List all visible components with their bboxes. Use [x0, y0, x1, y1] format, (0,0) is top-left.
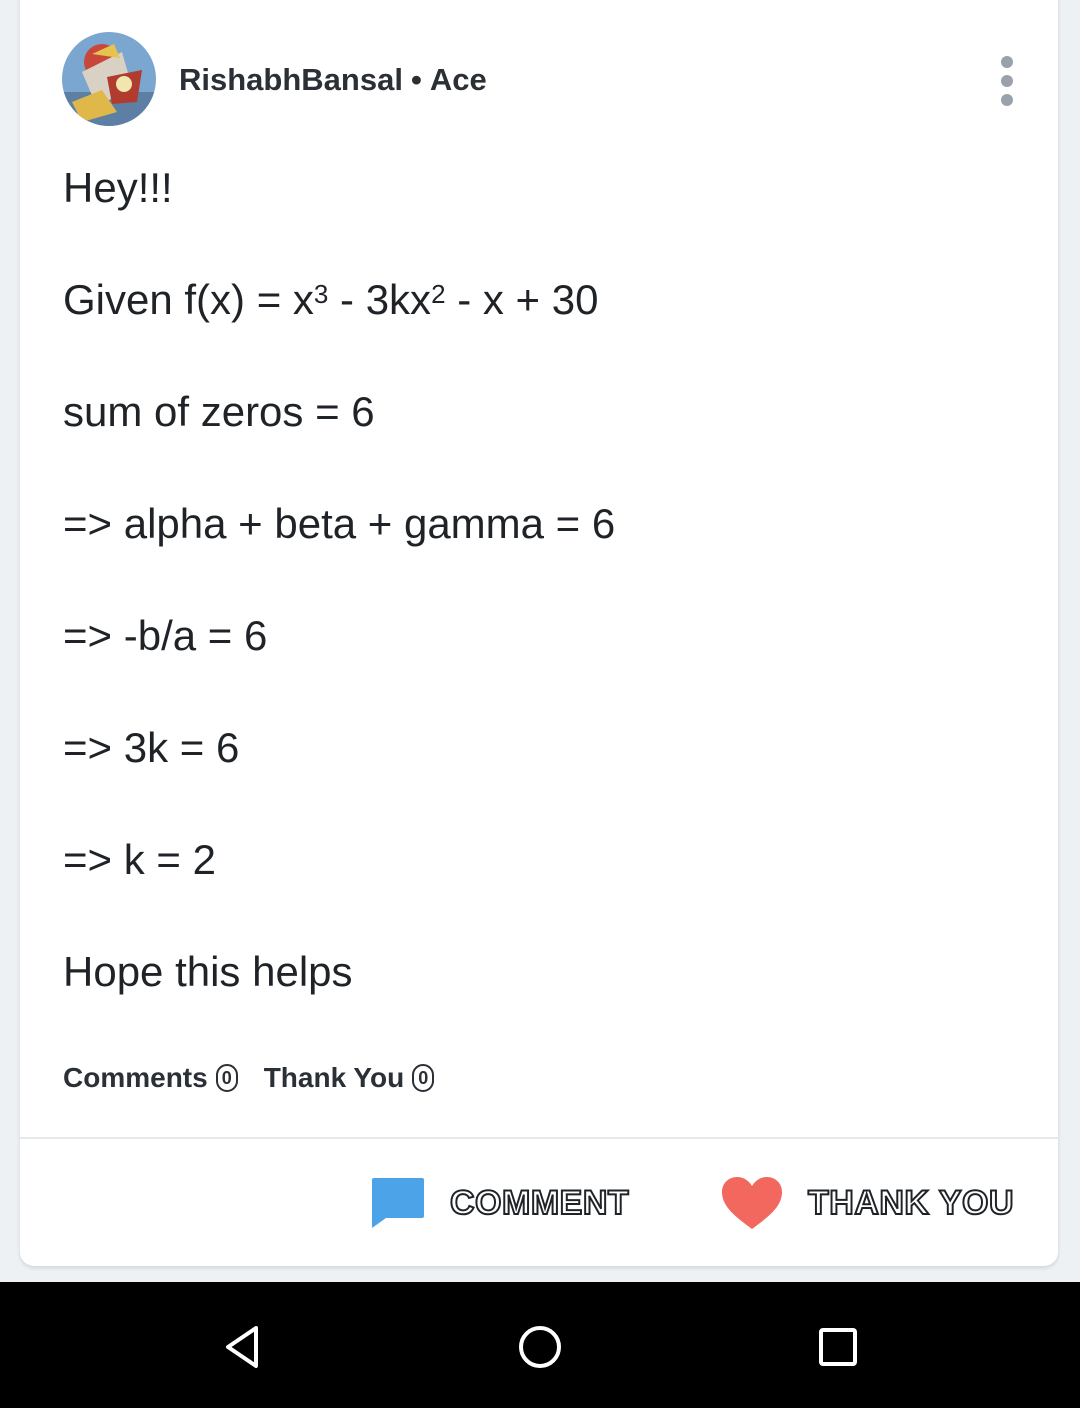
recents-square-icon[interactable] — [813, 1322, 863, 1372]
comments-count: 0 — [215, 1063, 238, 1092]
thanks-stat[interactable]: Thank You 0 — [264, 1062, 435, 1093]
thanks-count: 0 — [412, 1063, 435, 1092]
back-triangle-icon[interactable] — [218, 1322, 268, 1372]
thank-you-button[interactable]: THANK YOU — [720, 1175, 1015, 1231]
comment-button[interactable]: COMMENT — [370, 1175, 630, 1231]
speech-bubble-icon — [372, 1178, 424, 1228]
author-line: RishabhBansal • Ace — [179, 58, 487, 102]
comment-label: COMMENT — [449, 1183, 630, 1223]
author-name[interactable]: RishabhBansal — [179, 62, 403, 97]
answer-line: => k = 2 — [63, 836, 216, 883]
superscript: 3 — [313, 279, 329, 309]
thank-you-label: THANK YOU — [807, 1183, 1015, 1223]
system-navigation-bar — [0, 1282, 1080, 1408]
divider — [20, 1137, 1058, 1139]
author-rank: Ace — [429, 62, 487, 97]
answer-stats: Comments 0 Thank You 0 — [63, 1057, 435, 1099]
answer-card: RishabhBansal • Ace Hey!!! Given f(x) = x3… — [20, 0, 1058, 1266]
comments-stat[interactable]: Comments 0 — [63, 1062, 238, 1093]
answer-line: sum of zeros = 6 — [63, 388, 375, 435]
answer-line: => alpha + beta + gamma = 6 — [63, 500, 616, 547]
more-options-icon[interactable] — [992, 56, 1022, 106]
rank-separator: • — [410, 62, 422, 97]
home-circle-icon[interactable] — [515, 1322, 565, 1372]
heart-icon — [722, 1177, 782, 1229]
answer-line: => -b/a = 6 — [63, 612, 268, 659]
superscript: 2 — [431, 279, 446, 309]
avatar[interactable] — [62, 32, 156, 126]
answer-line-equation: Given f(x) = x3 - 3kx2 - x + 30 — [63, 276, 599, 323]
answer-line: Hope this helps — [63, 948, 353, 995]
answer-line: => 3k = 6 — [63, 724, 240, 771]
answer-line: Hey!!! — [63, 164, 173, 211]
